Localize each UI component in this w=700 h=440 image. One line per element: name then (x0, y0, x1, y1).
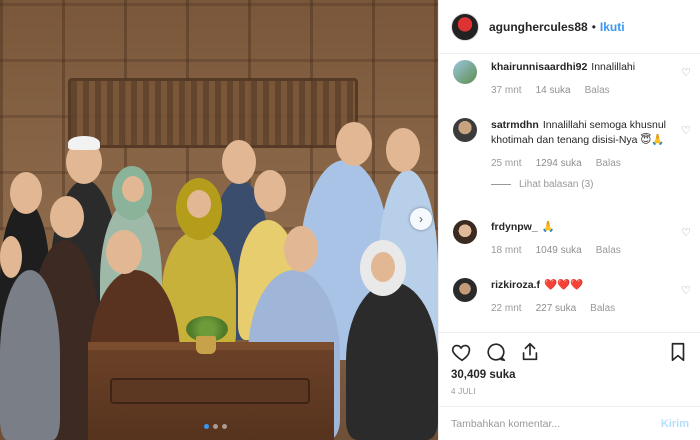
comment-item: khairunnisaardhi92 Innalillahi 37 mnt 14 … (453, 60, 693, 96)
reply-button[interactable]: Balas (590, 303, 615, 314)
person-head (10, 172, 42, 214)
comment-meta: 37 mnt 14 suka Balas (491, 85, 693, 96)
post-photo[interactable]: › (0, 0, 438, 440)
person-head (122, 176, 144, 202)
commenter-avatar[interactable] (453, 118, 477, 142)
person-head (187, 190, 211, 218)
carousel-dots (204, 424, 227, 429)
person-head (50, 196, 84, 238)
commenter-username[interactable]: khairunnisaardhi92 (491, 61, 587, 73)
comment-likes[interactable]: 227 suka (536, 303, 577, 314)
comment-time[interactable]: 18 mnt (491, 245, 522, 256)
comment-item: rizkiroza.f ❤️❤️❤️ 22 mnt 227 suka Balas … (453, 278, 693, 314)
next-image-button[interactable]: › (410, 208, 432, 230)
follow-button[interactable]: Ikuti (600, 20, 625, 34)
post-header: agunghercules88 • Ikuti (439, 0, 700, 54)
reply-button[interactable]: Balas (596, 245, 621, 256)
view-replies-label: Lihat balasan (3) (519, 179, 594, 190)
heart-icon[interactable]: ♡ (681, 284, 691, 297)
post-date[interactable]: 4 JULI (451, 387, 689, 396)
author-username[interactable]: agunghercules88 (489, 20, 588, 34)
view-replies-button[interactable]: Lihat balasan (3) (491, 179, 693, 190)
person-head (254, 170, 286, 212)
comment-time[interactable]: 22 mnt (491, 303, 522, 314)
carousel-dot (222, 424, 227, 429)
person-head (106, 230, 142, 274)
comment-text: 🙏 (541, 221, 555, 233)
comment-text: Innalillahi (591, 61, 636, 73)
comment-item: satrmdhn Innalillahi semoga khusnul khoti… (453, 118, 693, 190)
comment-input[interactable] (451, 417, 661, 430)
carved-panel (68, 78, 358, 148)
commenter-avatar[interactable] (453, 60, 477, 84)
heart-icon[interactable]: ♡ (681, 124, 691, 137)
bookmark-icon[interactable] (667, 341, 689, 363)
comment-icon[interactable] (485, 341, 507, 363)
heart-icon[interactable]: ♡ (681, 226, 691, 239)
person-figure (0, 270, 60, 440)
person-head (386, 128, 420, 172)
separator-dot: • (591, 19, 596, 34)
heart-icon[interactable] (451, 341, 473, 363)
post-comment-button[interactable]: Kirim (661, 418, 689, 430)
author-avatar[interactable] (451, 12, 479, 41)
comment-time[interactable]: 25 mnt (491, 158, 522, 169)
commenter-avatar[interactable] (453, 220, 477, 244)
comment-text-block: frdynpw_ 🙏 (491, 220, 667, 235)
person-head (222, 140, 256, 184)
action-icons-row (451, 337, 689, 367)
comment-meta: 25 mnt 1294 suka Balas (491, 158, 693, 169)
comment-likes[interactable]: 1294 suka (536, 158, 582, 169)
table-carving (110, 378, 310, 404)
comment-time[interactable]: 37 mnt (491, 85, 522, 96)
carousel-dot (204, 424, 209, 429)
comment-meta: 18 mnt 1049 suka Balas (491, 245, 693, 256)
comment-likes[interactable]: 14 suka (536, 85, 571, 96)
heart-icon[interactable]: ♡ (681, 66, 691, 79)
post-side-panel: agunghercules88 • Ikuti khairunnisaardhi… (438, 0, 700, 440)
comment-text-block: khairunnisaardhi92 Innalillahi (491, 60, 667, 75)
commenter-avatar[interactable] (453, 278, 477, 302)
divider-line (491, 184, 511, 185)
share-icon[interactable] (519, 341, 541, 363)
person-head (336, 122, 372, 166)
add-comment-bar: Kirim (439, 406, 700, 440)
comment-meta: 22 mnt 227 suka Balas (491, 303, 693, 314)
person-head (0, 236, 22, 278)
comment-text-block: rizkiroza.f ❤️❤️❤️ (491, 278, 667, 293)
person-cap (68, 136, 100, 150)
chevron-right-icon: › (419, 212, 423, 226)
commenter-username[interactable]: frdynpw_ (491, 221, 538, 233)
commenter-username[interactable]: satrmdhn (491, 119, 539, 131)
person-head (284, 226, 318, 272)
comment-text: ❤️❤️❤️ (544, 279, 584, 291)
plant-pot (196, 336, 216, 354)
person-head (371, 252, 395, 282)
comment-list[interactable]: khairunnisaardhi92 Innalillahi 37 mnt 14 … (439, 54, 700, 332)
reply-button[interactable]: Balas (585, 85, 610, 96)
post-like-count[interactable]: 30,409 suka (451, 369, 689, 381)
reply-button[interactable]: Balas (596, 158, 621, 169)
comment-item: frdynpw_ 🙏 18 mnt 1049 suka Balas ♡ (453, 220, 693, 256)
carousel-dot (213, 424, 218, 429)
commenter-username[interactable]: rizkiroza.f (491, 279, 540, 291)
comment-text-block: satrmdhn Innalillahi semoga khusnul khoti… (491, 118, 667, 148)
person-figure (346, 282, 438, 440)
comment-likes[interactable]: 1049 suka (536, 245, 582, 256)
post-actions: 30,409 suka 4 JULI (439, 332, 700, 406)
